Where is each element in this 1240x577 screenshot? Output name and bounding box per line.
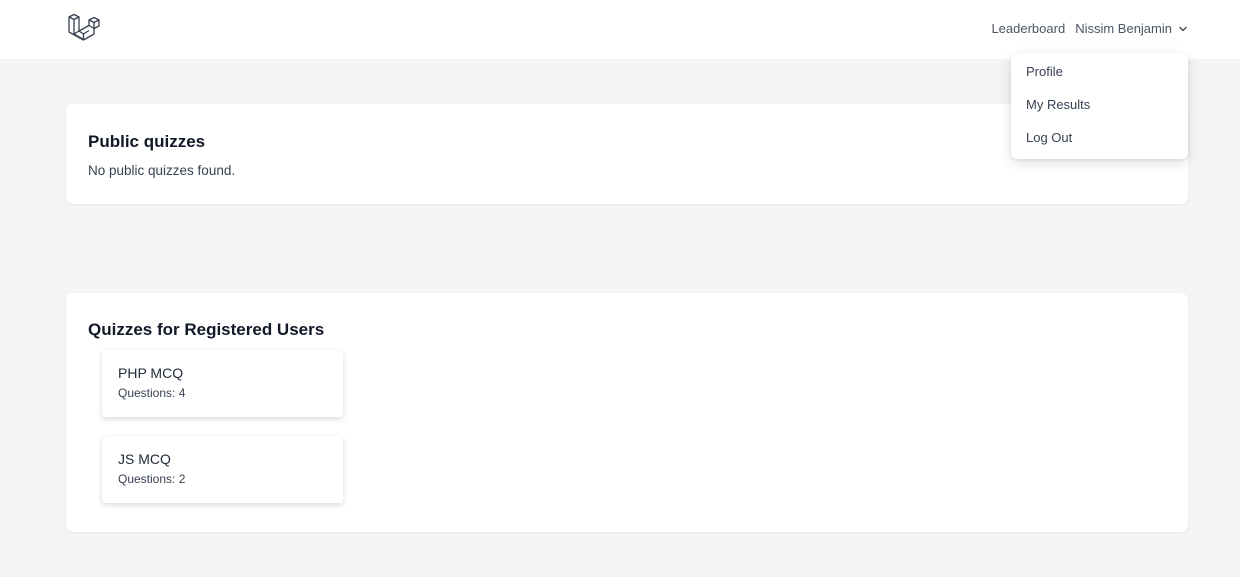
- public-quizzes-title: Public quizzes: [88, 132, 206, 151]
- header-nav: Leaderboard Nissim Benjamin: [991, 21, 1188, 36]
- registered-quizzes-title: Quizzes for Registered Users: [88, 320, 325, 339]
- user-menu-trigger[interactable]: Nissim Benjamin: [1075, 21, 1188, 36]
- quiz-title: PHP MCQ: [118, 365, 184, 381]
- menu-item-my-results[interactable]: My Results: [1011, 92, 1188, 125]
- quiz-title: JS MCQ: [118, 451, 171, 467]
- empty-state-message: No public quizzes found.: [88, 163, 236, 178]
- leaderboard-link[interactable]: Leaderboard: [991, 21, 1065, 36]
- chevron-down-icon: [1179, 26, 1187, 31]
- quiz-question-count: Questions: 2: [118, 472, 186, 486]
- user-name: Nissim Benjamin: [1075, 21, 1172, 36]
- laravel-logo-icon[interactable]: [66, 13, 100, 43]
- quiz-question-count: Questions: 4: [118, 386, 186, 400]
- top-navigation-bar: Leaderboard Nissim Benjamin: [0, 0, 1240, 59]
- quiz-card-js-mcq[interactable]: JS MCQ Questions: 2: [102, 436, 343, 503]
- menu-item-log-out[interactable]: Log Out: [1011, 125, 1188, 158]
- registered-quizzes-card: Quizzes for Registered Users PHP MCQ Que…: [66, 293, 1188, 532]
- user-dropdown-menu: Profile My Results Log Out: [1011, 53, 1188, 159]
- menu-item-profile[interactable]: Profile: [1011, 59, 1188, 92]
- quiz-card-php-mcq[interactable]: PHP MCQ Questions: 4: [102, 350, 343, 417]
